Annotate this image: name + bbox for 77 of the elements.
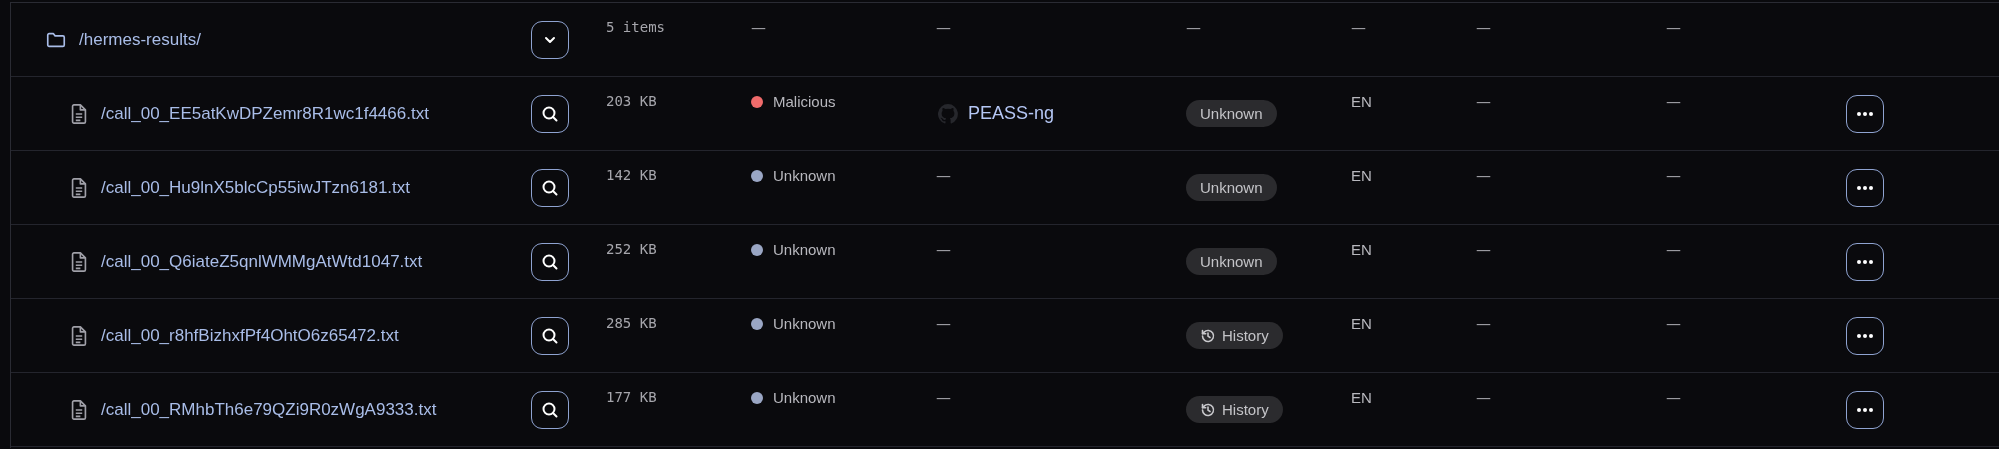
history-badge: History bbox=[1186, 322, 1283, 349]
language-label: — bbox=[1351, 19, 1366, 37]
language-label: EN bbox=[1351, 315, 1372, 332]
table-cell: — bbox=[1666, 93, 1681, 111]
status-label: Unknown bbox=[773, 389, 836, 406]
language-label: EN bbox=[1351, 389, 1372, 406]
table-cell: — bbox=[1666, 19, 1681, 37]
document-icon bbox=[69, 176, 89, 199]
search-icon bbox=[541, 252, 559, 271]
file-name[interactable]: /call_00_Hu9lnX5blcCp55iwJTzn6181.txt bbox=[101, 177, 410, 198]
status-label: Unknown bbox=[773, 167, 836, 184]
more-icon bbox=[1856, 258, 1874, 265]
language-label: EN bbox=[1351, 167, 1372, 184]
folder-name[interactable]: /hermes-results/ bbox=[79, 29, 201, 50]
search-icon bbox=[541, 178, 559, 197]
table-cell: — bbox=[1476, 93, 1491, 111]
table-cell: — bbox=[1666, 315, 1681, 333]
table-cell: — bbox=[1476, 315, 1491, 333]
search-button[interactable] bbox=[531, 242, 569, 281]
repo-label: — bbox=[936, 389, 951, 407]
table-cell: — bbox=[1666, 167, 1681, 185]
language-label: EN bbox=[1351, 93, 1372, 110]
search-icon bbox=[541, 104, 559, 123]
search-button[interactable] bbox=[531, 390, 569, 429]
table-cell: — bbox=[1666, 241, 1681, 259]
more-icon bbox=[1856, 110, 1874, 117]
more-button[interactable] bbox=[1846, 242, 1884, 281]
more-button[interactable] bbox=[1846, 316, 1884, 355]
more-icon bbox=[1856, 332, 1874, 339]
table-cell: — bbox=[1476, 19, 1491, 37]
status-label: Malicious bbox=[773, 93, 836, 110]
history-badge: History bbox=[1186, 396, 1283, 423]
expand-button[interactable] bbox=[531, 20, 569, 59]
tag-badge: Unknown bbox=[1186, 248, 1277, 275]
search-button[interactable] bbox=[531, 316, 569, 355]
repo-label: — bbox=[936, 19, 951, 37]
file-size: 252 KB bbox=[606, 241, 657, 257]
more-icon bbox=[1856, 184, 1874, 191]
document-icon bbox=[69, 324, 89, 347]
more-button[interactable] bbox=[1846, 168, 1884, 207]
file-size: 203 KB bbox=[606, 93, 657, 109]
document-icon bbox=[69, 102, 89, 125]
status-label: Unknown bbox=[773, 241, 836, 258]
document-icon bbox=[69, 398, 89, 421]
status-label: — bbox=[751, 19, 766, 37]
more-button[interactable] bbox=[1846, 390, 1884, 429]
file-size: 285 KB bbox=[606, 315, 657, 331]
search-button[interactable] bbox=[531, 168, 569, 207]
tag-badge: Unknown bbox=[1186, 100, 1277, 127]
file-size: 142 KB bbox=[606, 167, 657, 183]
repo-label: — bbox=[936, 167, 951, 185]
repo-label: — bbox=[936, 241, 951, 259]
search-icon bbox=[541, 326, 559, 345]
repo-link[interactable]: PEASS-ng bbox=[968, 103, 1055, 124]
history-icon bbox=[1200, 327, 1216, 344]
table-cell: — bbox=[1476, 241, 1491, 259]
status-label: Unknown bbox=[773, 315, 836, 332]
file-name[interactable]: /call_00_Q6iateZ5qnlWMMgAtWtd1047.txt bbox=[101, 251, 423, 272]
document-icon bbox=[69, 250, 89, 273]
table-cell: — bbox=[1476, 389, 1491, 407]
search-icon bbox=[541, 400, 559, 419]
table-cell: — bbox=[1666, 389, 1681, 407]
file-name[interactable]: /call_00_RMhbTh6e79QZi9R0zWgA9333.txt bbox=[101, 399, 437, 420]
repo-label: — bbox=[936, 315, 951, 333]
table-cell: — bbox=[1476, 167, 1491, 185]
search-button[interactable] bbox=[531, 94, 569, 133]
file-size: 5 items bbox=[606, 19, 665, 35]
tag-badge: Unknown bbox=[1186, 174, 1277, 201]
language-label: EN bbox=[1351, 241, 1372, 258]
tag-label: — bbox=[1186, 19, 1201, 37]
file-name[interactable]: /call_00_r8hfBizhxfPf4OhtO6z65472.txt bbox=[101, 325, 399, 346]
history-icon bbox=[1200, 401, 1216, 418]
more-icon bbox=[1856, 406, 1874, 413]
file-name[interactable]: /call_00_EE5atKwDPZemr8R1wc1f4466.txt bbox=[101, 103, 429, 124]
more-button[interactable] bbox=[1846, 94, 1884, 133]
github-icon bbox=[938, 103, 958, 124]
file-size: 177 KB bbox=[606, 389, 657, 405]
